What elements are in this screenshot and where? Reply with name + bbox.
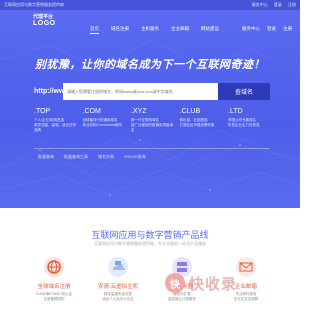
nav-item-website[interactable]: 网站建设	[201, 26, 219, 34]
domain-item-com[interactable]: .COM 全球最流行的通用域名 商业机构Commercial缩写	[83, 108, 125, 133]
nav-item-home[interactable]: 首页	[90, 26, 99, 34]
main-nav: 首页 域名注册 主机服务 企业邮箱 网站建设	[90, 26, 219, 34]
nav-item-domain[interactable]: 域名注册	[111, 26, 129, 34]
product-desc: ICANN和CNNIC双认证 注册管理机构	[36, 292, 72, 301]
cloud-host-icon	[107, 256, 129, 278]
domain-ext: .XYZ	[131, 108, 147, 115]
product-desc: 稳定高速安全可靠 适合个人及中小企业	[102, 292, 134, 301]
logo-line2: LOGO	[33, 20, 56, 27]
domain-ext: .TOP	[34, 108, 51, 115]
quick-link-batch-tool[interactable]: 批量查询工具	[64, 154, 88, 160]
domain-desc: 新一代互联网域名 被广泛使用的新通用顶级域名	[131, 118, 173, 132]
product-card-hosting[interactable]: 安骑·云虚拟主机 稳定高速安全可靠 适合个人及中小企业	[90, 256, 146, 316]
nav-right-service[interactable]: 服务中心	[242, 26, 260, 32]
top-link-service[interactable]: 服务中心	[252, 2, 268, 7]
domain-extension-list: .TOP 个人/企业/机构首选 寓意顶级、高端，适合任何品牌 .COM 全球最流…	[34, 108, 270, 133]
quick-link-whois[interactable]: WHOIS查询	[124, 154, 146, 160]
site-logo[interactable]: 代理平台 LOGO	[33, 14, 59, 30]
top-bar-tagline: 互联网应用与数字营销服务提供商	[4, 2, 64, 7]
hero-banner: 互联网应用与数字营销服务提供商 服务中心 登录 注册 代理平台 LOGO 首页 …	[0, 0, 300, 208]
product-card-domain[interactable]: 全球域名注册 ICANN和CNNIC双认证 注册管理机构	[26, 256, 82, 316]
nav-right-links: 服务中心 登录 注册	[242, 26, 292, 32]
domain-desc: 全球最流行的通用域名 商业机构Commercial缩写	[82, 118, 123, 127]
section-title: 互联网应用与数字营销产品线	[91, 230, 209, 240]
top-link-login[interactable]: 登录	[274, 2, 282, 7]
top-bar: 互联网应用与数字营销服务提供商 服务中心 登录 注册	[0, 0, 300, 10]
hero-slogan: 别犹豫，让你的域名成为下一个互联网奇迹！	[35, 58, 265, 71]
domain-desc: 个人/企业/机构首选 寓意顶级、高端，适合任何品牌	[34, 118, 76, 132]
domain-ext: .CLUB	[179, 108, 201, 115]
top-bar-links: 服务中心 登录 注册	[247, 2, 296, 8]
search-domain-button[interactable]: 查域名	[218, 83, 270, 100]
quick-links: 批量查询 批量查询工具 域名交易 WHOIS查询	[38, 154, 146, 160]
domain-desc: 俱乐部、社团首选 打造社区专属品牌形象	[179, 118, 215, 127]
watermark: 快 快收录	[165, 270, 285, 296]
top-link-register[interactable]: 注册	[288, 2, 296, 7]
domain-ext: .LTD	[228, 108, 243, 115]
nav-item-email[interactable]: 企业邮箱	[171, 26, 189, 34]
domain-item-top[interactable]: .TOP 个人/企业/机构首选 寓意顶级、高端，适合任何品牌	[34, 108, 76, 133]
quick-link-batch[interactable]: 批量查询	[38, 154, 54, 160]
product-name: 全球域名注册	[37, 284, 71, 290]
domain-ext: .COM	[82, 108, 101, 115]
section-subtitle: 互联网应用与数字营销服务提供商，专业全面的一站式产品服务	[94, 241, 206, 246]
product-name: 安骑·云虚拟主机	[97, 284, 139, 290]
watermark-text: 快收录	[189, 275, 238, 293]
quick-link-trade[interactable]: 域名交易	[98, 154, 114, 160]
divider	[34, 148, 270, 149]
domain-item-xyz[interactable]: .XYZ 新一代互联网域名 被广泛使用的新通用顶级域名	[131, 108, 173, 133]
nav-right-login[interactable]: 登录	[267, 26, 276, 32]
nav-right-register[interactable]: 注册	[283, 26, 292, 32]
domain-item-club[interactable]: .CLUB 俱乐部、社团首选 打造社区专属品牌形象	[180, 108, 222, 133]
domain-search-input[interactable]	[63, 83, 218, 100]
watermark-icon: 快	[165, 273, 185, 293]
globe-icon	[43, 256, 65, 278]
nav-item-hosting[interactable]: 主机服务	[141, 26, 159, 34]
domain-desc: 有限公司专属域名 彰显企业实力的首选	[228, 118, 260, 127]
domain-item-ltd[interactable]: .LTD 有限公司专属域名 彰显企业实力的首选	[228, 108, 270, 133]
